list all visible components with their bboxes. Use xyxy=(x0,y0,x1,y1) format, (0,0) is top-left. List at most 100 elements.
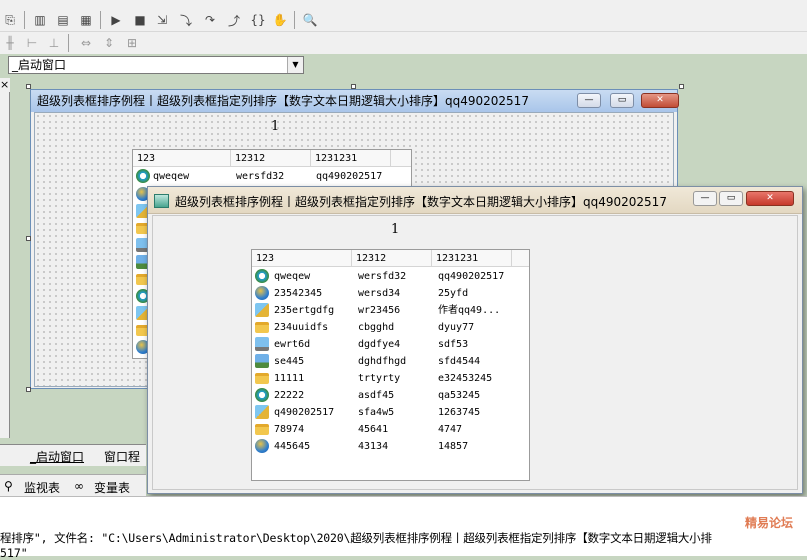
same-height-icon[interactable]: ⇕ xyxy=(101,35,117,51)
table-row[interactable]: 11111 trtyrty e32453245 xyxy=(252,370,529,387)
space-vertical-icon[interactable]: ⊥ xyxy=(46,35,62,51)
maximize-icon: ▭ xyxy=(610,93,634,108)
table-row[interactable]: qweqew wersfd32 qq490202517 xyxy=(133,168,411,185)
cell: qweqew xyxy=(274,271,311,282)
tab-window-program[interactable]: 窗口程 xyxy=(104,448,140,465)
cell: dgdfye4 xyxy=(358,339,401,350)
column-header-1231231[interactable]: 1231231 xyxy=(432,250,512,267)
layout-top-icon[interactable]: ▤ xyxy=(55,12,71,28)
table-row[interactable]: 235ertgdfg wr23456 作者qq49... xyxy=(252,302,529,319)
sync-icon xyxy=(255,269,269,283)
cell: 25yfd xyxy=(438,288,469,299)
cell: qa53245 xyxy=(438,390,481,401)
same-width-icon[interactable]: ⇔ xyxy=(78,35,94,51)
running-window-titlebar: 超级列表框排序例程丨超级列表框指定列排序【数字文本日期逻辑大小排序】qq4902… xyxy=(148,187,802,214)
table-row[interactable]: q490202517 sfa4w5 1263745 xyxy=(252,404,529,421)
minimize-button[interactable]: — xyxy=(693,191,717,206)
table-row[interactable]: 234uuidfs cbgghd dyuy77 xyxy=(252,319,529,336)
resize-handle[interactable] xyxy=(351,84,356,89)
start-window-combo-value: _启动窗口 xyxy=(12,58,67,72)
cell: wersfd32 xyxy=(358,271,407,282)
column-header-123[interactable]: 123 xyxy=(252,250,352,267)
find-icon[interactable]: 🔍 xyxy=(302,12,318,28)
hand-icon[interactable]: ✋ xyxy=(272,12,288,28)
cell: dyuy77 xyxy=(438,322,475,333)
sync-icon xyxy=(255,388,269,402)
output-pane: 程排序", 文件名: "C:\Users\Administrator\Deskt… xyxy=(0,496,807,560)
step-icon[interactable]: ⇲ xyxy=(154,12,170,28)
space-horizontal-icon[interactable]: ⊢ xyxy=(24,35,40,51)
run-icon[interactable]: ▶ xyxy=(108,12,124,28)
step-into-icon[interactable]: ⤵ xyxy=(178,12,194,28)
cell: trtyrty xyxy=(358,373,401,384)
table-row[interactable]: 78974 45641 4747 xyxy=(252,421,529,438)
globe-icon xyxy=(255,439,269,453)
table-row[interactable]: se445 dghdfhgd sfd4544 xyxy=(252,353,529,370)
table-row[interactable]: 22222 asdf45 qa53245 xyxy=(252,387,529,404)
maximize-button[interactable]: ▭ xyxy=(719,191,743,206)
table-row[interactable]: qweqew wersfd32 qq490202517 xyxy=(252,268,529,285)
column-header[interactable]: 1231231 xyxy=(311,150,391,167)
cell: wr23456 xyxy=(358,305,401,316)
cell: wersd34 xyxy=(358,288,401,299)
cell: 4747 xyxy=(438,424,463,435)
variables-icon: ∞ xyxy=(74,479,84,493)
resize-handle[interactable] xyxy=(26,387,31,392)
super-listview[interactable]: 123 12312 1231231 qweqew wersfd32 qq490202… xyxy=(251,249,530,481)
designer-form-title: 超级列表框排序例程丨超级列表框指定列排序【数字文本日期逻辑大小排序】qq4902… xyxy=(37,94,529,108)
cell: dghdfhgd xyxy=(358,356,407,367)
preview-icon[interactable]: ⎘ xyxy=(2,12,18,28)
cell: 23542345 xyxy=(274,288,323,299)
listview-header: 123 12312 1231231 xyxy=(133,150,411,167)
minimize-icon: — xyxy=(577,93,601,108)
edit-icon xyxy=(255,303,269,317)
stop-icon[interactable]: ■ xyxy=(132,12,148,28)
toolbar-separator xyxy=(68,34,69,52)
step-out-icon[interactable]: ⤴ xyxy=(226,12,242,28)
table-row[interactable]: 445645 43134 14857 xyxy=(252,438,529,455)
cell: 22222 xyxy=(274,390,305,401)
column-header[interactable]: 123 xyxy=(133,150,231,167)
sync-icon xyxy=(136,169,150,183)
network-icon xyxy=(255,354,269,368)
step-over-icon[interactable]: ↷ xyxy=(202,12,218,28)
close-icon[interactable]: × xyxy=(0,78,10,92)
align-center-icon[interactable]: ╫ xyxy=(2,35,18,51)
same-size-icon[interactable]: ⊞ xyxy=(124,35,140,51)
table-row[interactable]: 23542345 wersd34 25yfd xyxy=(252,285,529,302)
folder-icon xyxy=(255,373,269,384)
output-line: 517" xyxy=(0,546,28,560)
listview-header: 123 12312 1231231 xyxy=(252,250,529,267)
table-row[interactable]: ewrt6d dgdfye4 sdf53 xyxy=(252,336,529,353)
toolbar-separator xyxy=(24,11,25,29)
layout-left-icon[interactable]: ▥ xyxy=(32,12,48,28)
tab-variables[interactable]: 变量表 xyxy=(94,479,130,496)
column-header-12312[interactable]: 12312 xyxy=(352,250,432,267)
cell: q490202517 xyxy=(274,407,335,418)
globe-icon xyxy=(255,286,269,300)
watermark-logo: 精易论坛 xyxy=(744,516,793,530)
tab-start-window[interactable]: _启动窗口 xyxy=(30,448,84,465)
column-header[interactable]: 12312 xyxy=(231,150,311,167)
menu-bar xyxy=(0,0,807,8)
cell: sdf53 xyxy=(438,339,469,350)
chevron-down-icon[interactable]: ▼ xyxy=(287,57,303,73)
close-icon: ✕ xyxy=(641,93,679,108)
output-line: 程排序", 文件名: "C:\Users\Administrator\Deskt… xyxy=(0,531,712,545)
cell: 234uuidfs xyxy=(274,322,329,333)
pane-tabs: ⚲ 监视表 ∞ 变量表 xyxy=(0,474,146,496)
resize-handle[interactable] xyxy=(26,236,31,241)
cell: 14857 xyxy=(438,441,469,452)
label-1[interactable]: 1 xyxy=(271,119,279,134)
resize-handle[interactable] xyxy=(26,84,31,89)
toolbar-separator xyxy=(100,11,101,29)
resize-handle[interactable] xyxy=(679,84,684,89)
cell: 78974 xyxy=(274,424,305,435)
layout-grid-icon[interactable]: ▦ xyxy=(78,12,94,28)
tab-watch[interactable]: 监视表 xyxy=(24,479,60,496)
run-to-cursor-icon[interactable]: {} xyxy=(250,12,266,28)
close-button[interactable]: ✕ xyxy=(746,191,794,206)
running-window-title: 超级列表框排序例程丨超级列表框指定列排序【数字文本日期逻辑大小排序】qq4902… xyxy=(175,195,667,209)
start-window-combo[interactable]: _启动窗口 ▼ xyxy=(8,56,304,74)
cell: qq490202517 xyxy=(438,271,505,282)
